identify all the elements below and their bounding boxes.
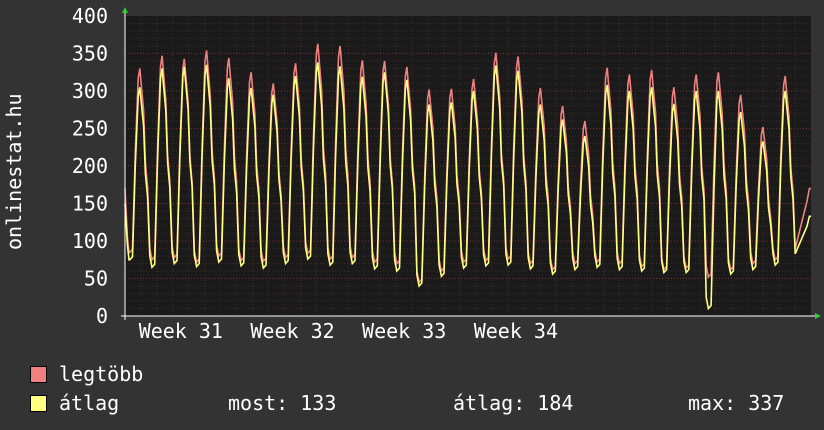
- y-axis-arrow: [122, 7, 128, 13]
- y-tick-label: 350: [72, 42, 108, 66]
- legend-swatch-avg: [30, 394, 47, 412]
- y-tick-label: 50: [84, 267, 108, 291]
- y-axis-ticks: 0 50 100 150 200 250 300 350 400: [72, 4, 108, 328]
- x-axis-arrow: [815, 313, 821, 319]
- x-tick-label: Week 34: [474, 319, 558, 343]
- x-tick-label: Week 33: [362, 319, 446, 343]
- x-tick-label: Week 31: [139, 319, 223, 343]
- y-tick-label: 0: [96, 304, 108, 328]
- legend-swatch-max: [30, 365, 47, 383]
- x-tick-label: Week 32: [250, 319, 334, 343]
- y-tick-label: 400: [72, 4, 108, 28]
- y-tick-label: 300: [72, 79, 108, 103]
- stat-average: átlag: 184: [453, 391, 574, 415]
- stat-max: max: 337: [688, 391, 785, 415]
- y-axis-label: onlinestat.hu: [2, 93, 26, 250]
- legend-label-max: legtöbb: [59, 362, 144, 386]
- legend-item-max: legtöbb: [30, 362, 143, 386]
- y-tick-label: 250: [72, 117, 108, 141]
- x-axis-ticks: Week 31 Week 32 Week 33 Week 34: [139, 319, 558, 343]
- legend-label-avg: átlag: [59, 391, 120, 415]
- stat-now: most: 133: [228, 391, 337, 415]
- legend-item-avg: átlag: [30, 391, 119, 415]
- y-tick-label: 150: [72, 192, 108, 216]
- y-tick-label: 100: [72, 229, 108, 253]
- usage-chart: 050100150200250300350400 Week 31 Week 32 W…: [72, 4, 821, 343]
- y-tick-label: 200: [72, 154, 108, 178]
